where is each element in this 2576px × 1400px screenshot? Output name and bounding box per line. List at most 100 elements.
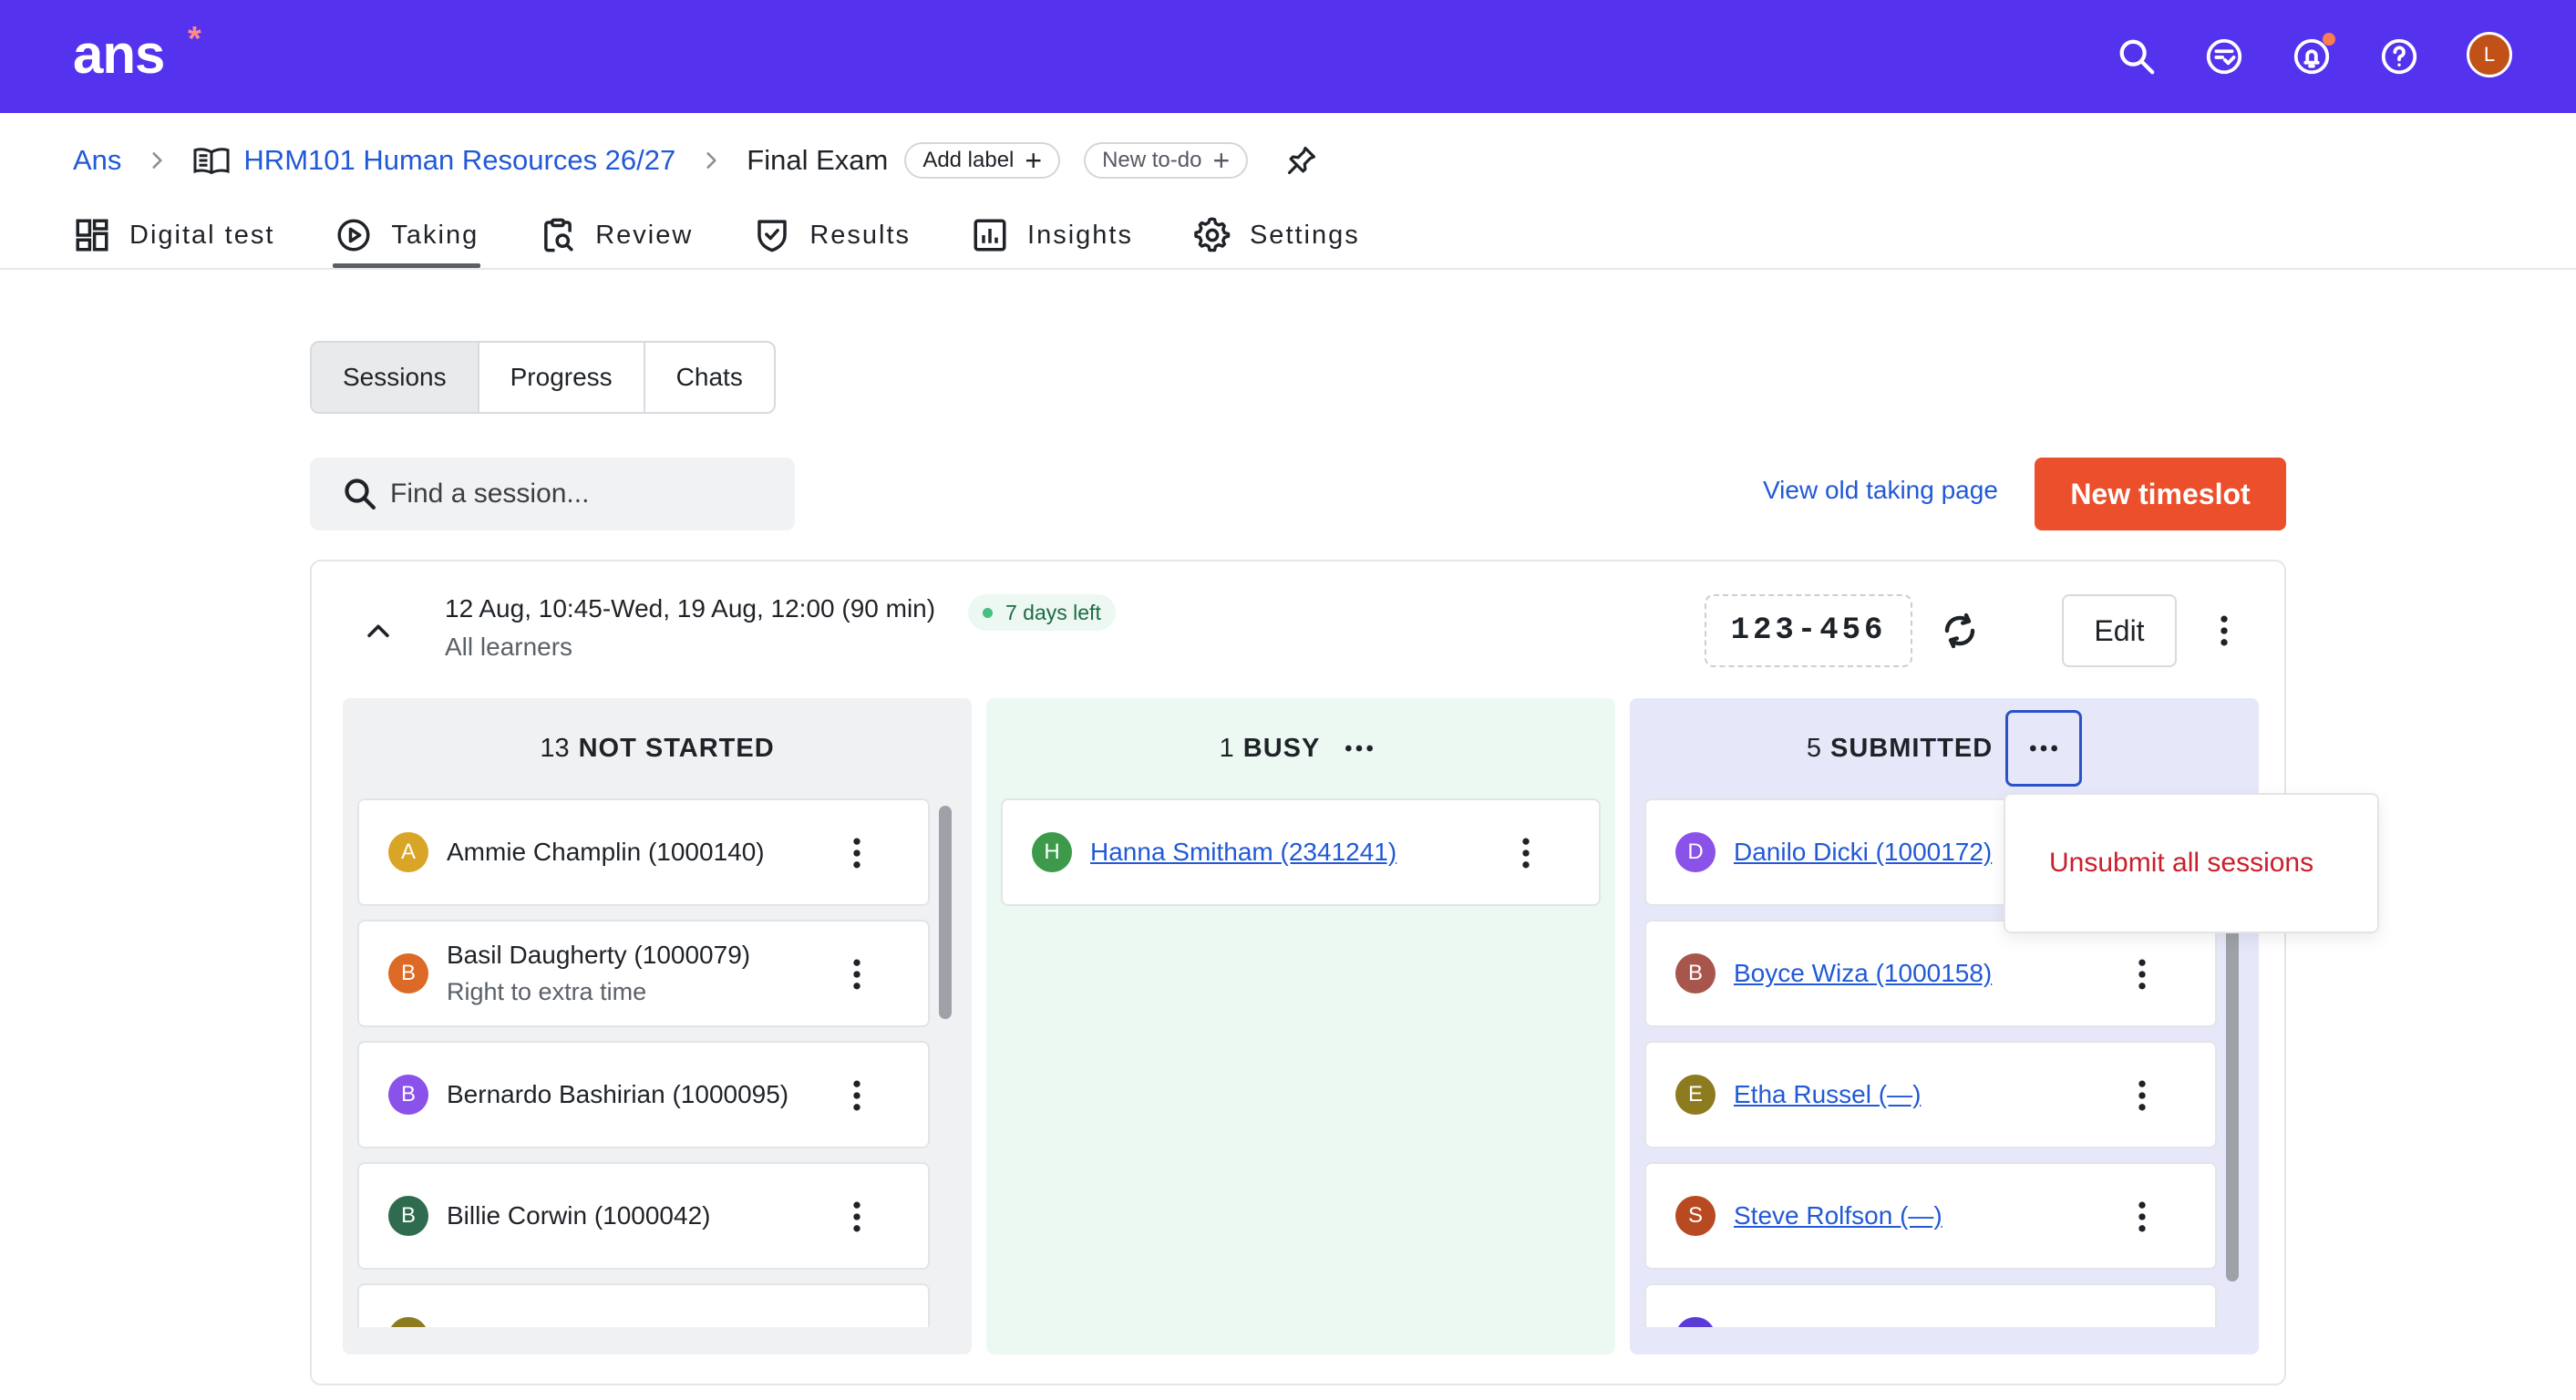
chevron-right-icon — [145, 149, 169, 172]
list-item[interactable] — [357, 1283, 930, 1327]
new-todo-button[interactable]: New to-do + — [1084, 142, 1249, 179]
subtab-sessions[interactable]: Sessions — [312, 343, 479, 412]
days-left-text: 7 days left — [1005, 600, 1101, 624]
learner-name-link[interactable]: Boyce Wiza (1000158) — [1734, 955, 1992, 992]
more-vertical-icon[interactable] — [835, 831, 879, 875]
book-icon — [192, 145, 231, 176]
more-vertical-icon[interactable] — [1504, 831, 1548, 875]
scrollbar[interactable] — [939, 806, 953, 1323]
list-item[interactable]: B Bernardo Bashirian (1000095) — [357, 1041, 930, 1148]
avatar: B — [388, 1075, 428, 1115]
timeslot-time: 12 Aug, 10:45-Wed, 19 Aug, 12:00 (90 min… — [445, 594, 936, 623]
tab-results[interactable]: Results — [753, 204, 911, 266]
unsubmit-all-sessions-option[interactable]: Unsubmit all sessions — [2049, 848, 2313, 879]
more-vertical-icon[interactable] — [835, 1195, 879, 1239]
main-nav: Digital test Taking Review Results Insig… — [73, 204, 1420, 268]
notification-dot — [2323, 33, 2335, 46]
breadcrumb-root[interactable]: Ans — [73, 144, 121, 177]
avatar: E — [1675, 1075, 1716, 1115]
timeslot-audience: All learners — [445, 633, 573, 661]
avatar: B — [1675, 953, 1716, 993]
avatar — [388, 1317, 428, 1327]
search-icon[interactable] — [2113, 33, 2160, 80]
avatar — [1675, 1317, 1716, 1327]
gear-icon — [1194, 217, 1231, 252]
learner-name-link[interactable]: Steve Rolfson (—) — [1734, 1198, 1942, 1234]
scrollbar-thumb[interactable] — [939, 806, 952, 1019]
more-horizontal-icon[interactable] — [1336, 726, 1382, 771]
top-bar: ans * L — [0, 0, 2576, 113]
refresh-icon[interactable] — [1938, 609, 1982, 653]
list-item[interactable]: S Steve Rolfson (—) — [1644, 1162, 2217, 1270]
column-header: 13 NOT STARTED — [343, 698, 972, 798]
list-item[interactable]: A Ammie Champlin (1000140) — [357, 798, 930, 906]
learner-name-link[interactable]: Etha Russel (—) — [1734, 1076, 1921, 1113]
plus-icon: + — [1212, 144, 1231, 177]
breadcrumb-course[interactable]: HRM101 Human Resources 26/27 — [243, 144, 675, 177]
app-logo[interactable]: ans — [73, 20, 165, 89]
breadcrumb: Ans HRM101 Human Resources 26/27 Final E… — [73, 137, 1319, 184]
chevron-up-icon[interactable] — [355, 609, 401, 654]
tab-label: Results — [809, 220, 912, 250]
bell-icon[interactable] — [2288, 33, 2335, 80]
chart-icon — [974, 219, 1006, 252]
list-item[interactable]: E Etha Russel (—) — [1644, 1041, 2217, 1148]
more-vertical-icon[interactable] — [835, 952, 879, 996]
list-item[interactable] — [1644, 1283, 2217, 1327]
new-timeslot-button[interactable]: New timeslot — [2035, 458, 2286, 530]
column-label: BUSY — [1242, 733, 1321, 763]
logo-asterisk: * — [188, 20, 201, 58]
tab-settings[interactable]: Settings — [1193, 204, 1360, 266]
tab-insights[interactable]: Insights — [971, 204, 1133, 266]
column-header: 1 BUSY — [986, 698, 1615, 798]
session-search — [310, 458, 795, 530]
session-subtabs: Sessions Progress Chats — [310, 341, 776, 414]
edit-button[interactable]: Edit — [2062, 594, 2177, 667]
list-item[interactable]: B Billie Corwin (1000042) — [357, 1162, 930, 1270]
learner-name-link[interactable]: Hanna Smitham (2341241) — [1090, 834, 1396, 870]
view-old-taking-page-link[interactable]: View old taking page — [1763, 476, 1998, 505]
avatar: B — [388, 1196, 428, 1236]
avatar: A — [388, 832, 428, 872]
help-icon[interactable] — [2375, 33, 2423, 80]
status-badge: 7 days left — [968, 594, 1116, 631]
learner-name: Basil Daugherty (1000079) — [447, 941, 751, 969]
column-label: SUBMITTED — [1829, 733, 1994, 763]
tab-taking[interactable]: Taking — [333, 204, 481, 268]
search-icon — [345, 479, 376, 510]
user-avatar[interactable]: L — [2467, 32, 2512, 77]
column-count: 1 — [1219, 733, 1234, 763]
more-horizontal-icon[interactable] — [2005, 710, 2083, 787]
search-input[interactable] — [390, 479, 773, 510]
learner-name: Bernardo Bashirian (1000095) — [447, 1080, 789, 1108]
learner-name: Ammie Champlin (1000140) — [447, 838, 765, 866]
subtab-chats[interactable]: Chats — [645, 343, 774, 412]
column-count: 13 — [540, 733, 570, 763]
column-not-started: 13 NOT STARTED A Ammie Champlin (1000140… — [343, 698, 972, 1354]
tab-review[interactable]: Review — [539, 204, 693, 266]
add-label-button[interactable]: Add label + — [904, 142, 1061, 179]
list-item[interactable]: B Basil Daugherty (1000079) Right to ext… — [357, 920, 930, 1027]
more-vertical-icon[interactable] — [2202, 609, 2246, 653]
tab-digital-test[interactable]: Digital test — [73, 204, 274, 266]
learner-name: Billie Corwin (1000042) — [447, 1201, 711, 1230]
more-vertical-icon[interactable] — [2120, 1195, 2164, 1239]
column-header: 5 SUBMITTED — [1630, 698, 2259, 798]
shield-check-icon — [757, 220, 788, 252]
avatar: H — [1032, 832, 1072, 872]
list-item[interactable]: B Boyce Wiza (1000158) — [1644, 920, 2217, 1027]
learner-name-link[interactable]: Danilo Dicki (1000172) — [1734, 834, 1992, 870]
list-item[interactable]: H Hanna Smitham (2341241) — [1001, 798, 1601, 906]
todo-icon[interactable] — [2200, 33, 2248, 80]
status-dot — [983, 607, 993, 618]
timeslot-card: 12 Aug, 10:45-Wed, 19 Aug, 12:00 (90 min… — [310, 560, 2286, 1385]
tab-label: Review — [595, 220, 694, 250]
more-vertical-icon[interactable] — [2120, 1074, 2164, 1117]
more-vertical-icon[interactable] — [835, 1074, 879, 1117]
pin-icon[interactable] — [1284, 143, 1319, 178]
session-list: H Hanna Smitham (2341241) — [1001, 798, 1601, 1327]
subtab-progress[interactable]: Progress — [479, 343, 645, 412]
more-vertical-icon[interactable] — [2120, 952, 2164, 996]
new-todo-text: New to-do — [1102, 148, 1202, 172]
tab-label: Settings — [1249, 220, 1360, 250]
